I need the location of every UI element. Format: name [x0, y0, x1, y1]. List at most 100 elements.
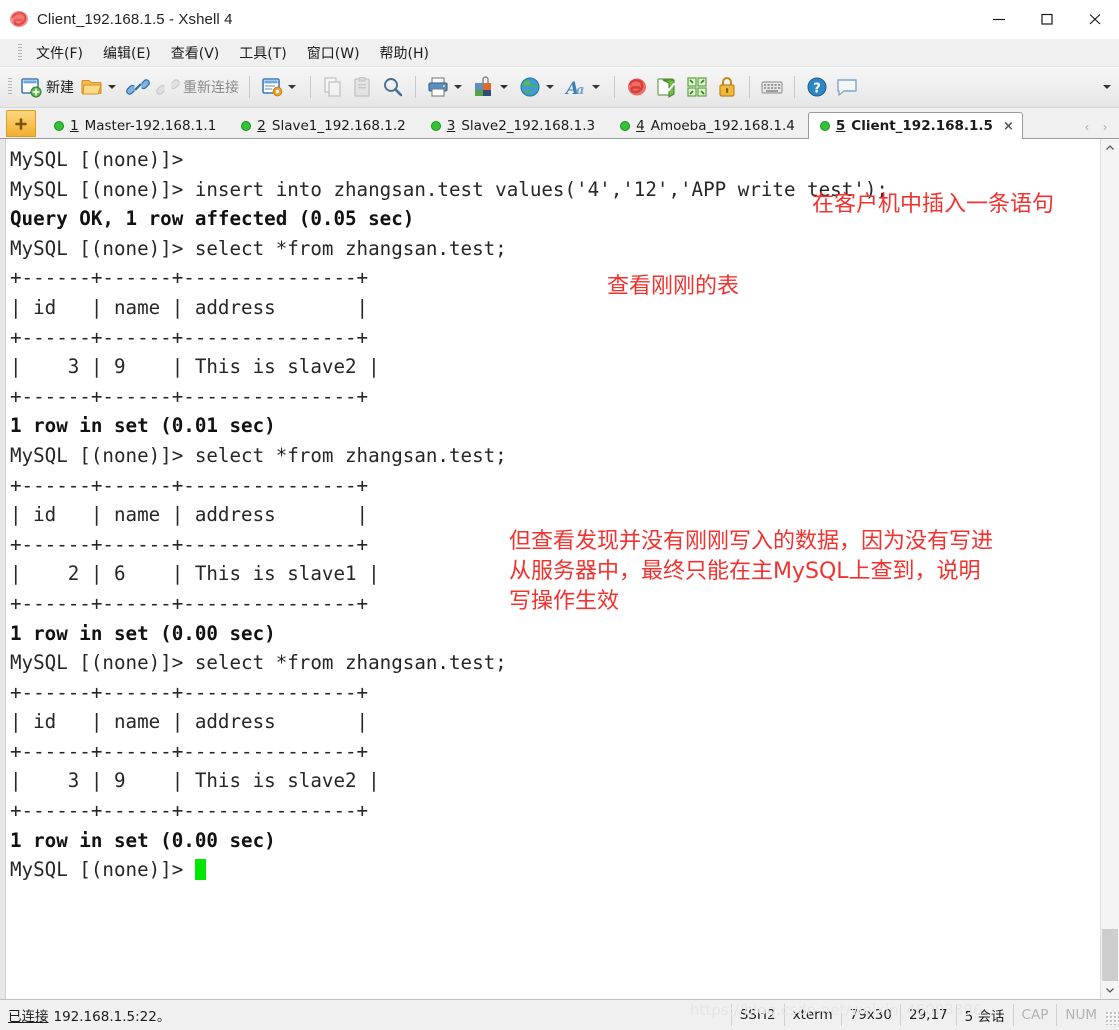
session-properties-caret-icon[interactable] — [288, 85, 296, 89]
terminal-rowcount-3: 1 row in set (0.00 sec) — [10, 828, 276, 852]
arrange-button[interactable] — [682, 70, 712, 104]
tab-number: 3 — [446, 117, 456, 134]
print-caret-icon[interactable] — [454, 85, 462, 89]
font-caret-icon[interactable] — [592, 85, 600, 89]
tab-status-dot-icon — [620, 120, 631, 131]
tab-close-icon[interactable]: × — [1003, 120, 1014, 133]
tab-client[interactable]: 5 Client_192.168.1.5 × — [807, 112, 1023, 139]
terminal-block-3: MySQL [(none)]> select *from zhangsan.te… — [10, 651, 507, 823]
scroll-down-icon[interactable] — [1101, 981, 1119, 999]
transfer-icon — [655, 75, 679, 99]
open-session-caret-icon[interactable] — [108, 85, 116, 89]
globe-button[interactable] — [515, 70, 561, 104]
tab-status-dot-icon — [430, 120, 441, 131]
disconnect-icon — [156, 75, 180, 99]
tab-slave2[interactable]: 3 Slave2_192.168.1.3 — [419, 112, 608, 138]
lock-button[interactable] — [712, 70, 742, 104]
toolbar: 新建 重新连接 A a ? — [0, 67, 1119, 108]
tab-label: Slave1_192.168.1.2 — [271, 117, 406, 134]
window-controls — [975, 0, 1119, 38]
menu-edit[interactable]: 编辑(E) — [93, 41, 161, 65]
scrollbar-track[interactable] — [1101, 157, 1119, 981]
toolbar-separator — [749, 76, 750, 98]
help-button[interactable]: ? — [802, 70, 832, 104]
window-title: Client_192.168.1.5 - Xshell 4 — [37, 10, 233, 28]
connect-icon — [126, 75, 150, 99]
menu-tools[interactable]: 工具(T) — [229, 41, 296, 65]
keyboard-icon — [760, 75, 784, 99]
minimize-button[interactable] — [975, 0, 1023, 38]
paste-icon — [351, 75, 375, 99]
menu-view[interactable]: 查看(V) — [161, 41, 230, 65]
status-bar: 已连接 192.168.1.5:22。 https://blog.csdn.ne… — [0, 1000, 1119, 1030]
comment-button[interactable] — [832, 70, 862, 104]
tab-status-dot-icon — [54, 120, 64, 131]
status-num-lock: NUM — [1056, 1004, 1105, 1026]
annotation-insert-statement: 在客户机中插入一条语句 — [812, 192, 1055, 217]
menu-help[interactable]: 帮助(H) — [370, 41, 439, 65]
font-icon: A a — [564, 75, 588, 99]
tab-label: Master-192.168.1.1 — [84, 117, 217, 134]
tab-slave1[interactable]: 2 Slave1_192.168.1.2 — [229, 112, 418, 138]
tab-status-dot-icon — [819, 121, 830, 131]
status-connected-value: 192.168.1.5:22。 — [53, 1009, 171, 1025]
resize-grip-icon[interactable] — [1105, 1011, 1119, 1025]
color-scheme-icon — [472, 75, 496, 99]
tab-status-dot-icon — [241, 120, 252, 131]
new-tab-button[interactable] — [6, 110, 36, 137]
status-connected-label: 已连接 — [8, 1009, 49, 1025]
globe-caret-icon[interactable] — [546, 85, 554, 89]
terminal-rowcount-2: 1 row in set (0.00 sec) — [10, 621, 276, 645]
xftp-icon — [625, 75, 649, 99]
status-protocol: SSH2 — [730, 1004, 784, 1026]
font-button[interactable]: A a — [561, 70, 607, 104]
tab-next-icon[interactable]: › — [1103, 120, 1107, 134]
tab-amoeba[interactable]: 4 Amoeba_192.168.1.4 — [608, 112, 808, 138]
terminal-screen[interactable]: MySQL [(none)]> MySQL [(none)]> insert i… — [6, 139, 1100, 999]
terminal-block-2: MySQL [(none)]> select *from zhangsan.te… — [10, 443, 507, 615]
status-caps-lock: CAP — [1012, 1004, 1057, 1026]
find-icon — [381, 75, 405, 99]
terminal-block-1: MySQL [(none)]> select *from zhangsan.te… — [10, 236, 507, 408]
svg-text:?: ? — [813, 82, 821, 97]
title-bar: Client_192.168.1.5 - Xshell 4 — [0, 0, 1119, 39]
globe-icon — [518, 75, 542, 99]
status-connection: 已连接 192.168.1.5:22。 — [0, 1005, 170, 1025]
close-button[interactable] — [1071, 0, 1119, 38]
maximize-button[interactable] — [1023, 0, 1071, 38]
terminal-rowcount-1: 1 row in set (0.01 sec) — [10, 414, 276, 438]
menu-grip-icon[interactable] — [18, 43, 22, 62]
color-scheme-button[interactable] — [469, 70, 515, 104]
keyboard-button[interactable] — [757, 70, 787, 104]
terminal-area: MySQL [(none)]> MySQL [(none)]> insert i… — [0, 139, 1119, 1000]
new-session-icon — [19, 75, 43, 99]
transfer-button[interactable] — [652, 70, 682, 104]
print-button[interactable] — [423, 70, 469, 104]
tab-master[interactable]: 1 Master-192.168.1.1 — [42, 112, 229, 138]
disconnect-button: 重新连接 — [153, 70, 242, 104]
menu-file[interactable]: 文件(F) — [26, 41, 93, 65]
terminal-scrollbar[interactable] — [1100, 139, 1119, 999]
help-icon: ? — [805, 75, 829, 99]
new-session-button[interactable]: 新建 — [16, 70, 77, 104]
comment-icon — [835, 75, 859, 99]
arrange-icon — [685, 75, 709, 99]
session-properties-icon — [260, 75, 284, 99]
tab-number: 2 — [257, 117, 266, 134]
toolbar-overflow-icon[interactable] — [1103, 85, 1111, 89]
copy-button — [318, 70, 348, 104]
scroll-up-icon[interactable] — [1101, 139, 1119, 157]
terminal-prompt: MySQL [(none)]> — [10, 858, 184, 882]
xftp-button[interactable] — [622, 70, 652, 104]
toolbar-grip-icon[interactable] — [8, 78, 12, 96]
terminal-output: MySQL [(none)]> MySQL [(none)]> insert i… — [10, 145, 1100, 885]
tab-prev-icon[interactable]: ‹ — [1085, 120, 1089, 134]
annotation-write-explanation: 但查看发现并没有刚刚写入的数据，因为没有写进 从服务器中，最终只能在主MySQL… — [509, 529, 994, 614]
color-scheme-caret-icon[interactable] — [500, 85, 508, 89]
connect-button[interactable] — [123, 70, 153, 104]
find-button[interactable] — [378, 70, 408, 104]
session-properties-button[interactable] — [257, 70, 303, 104]
menu-window[interactable]: 窗口(W) — [297, 41, 370, 65]
scrollbar-thumb[interactable] — [1102, 929, 1118, 981]
open-session-button[interactable] — [77, 70, 123, 104]
